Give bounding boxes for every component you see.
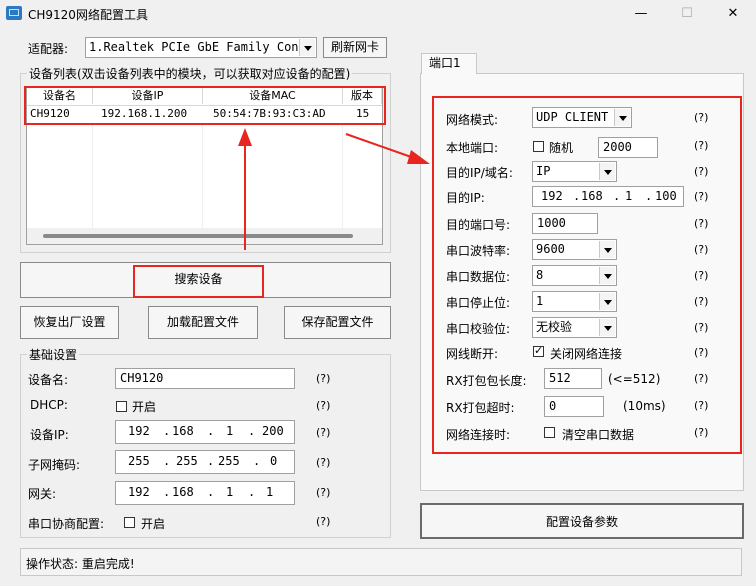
annotation-arrows [238, 128, 430, 250]
arrow-up-icon [238, 128, 252, 250]
arrow-right-icon [345, 133, 430, 164]
